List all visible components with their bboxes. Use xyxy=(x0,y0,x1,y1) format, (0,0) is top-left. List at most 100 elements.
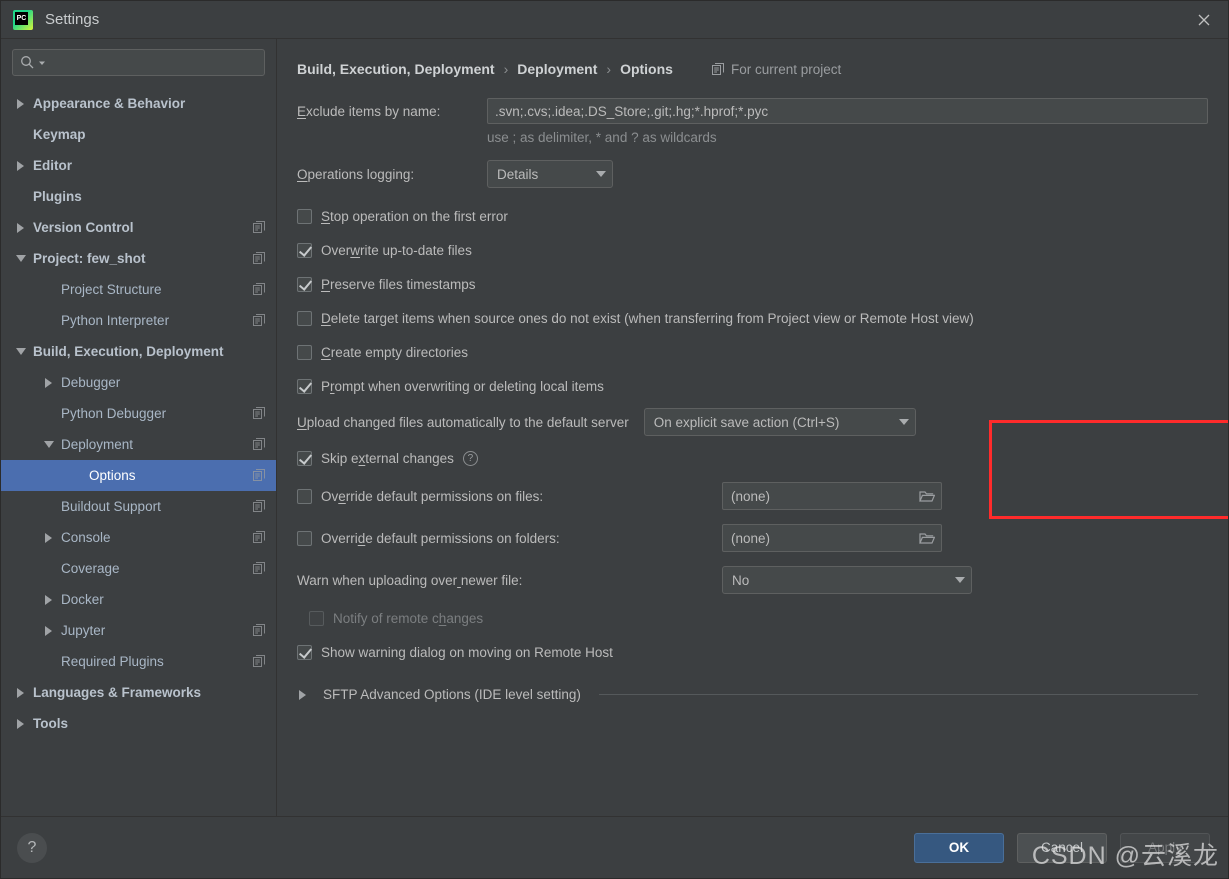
sidebar-item-version-control[interactable]: Version Control xyxy=(1,212,276,243)
title-bar: PC Settings xyxy=(1,1,1228,38)
chevron-right-icon[interactable] xyxy=(15,717,28,730)
deployment-option-label: Preserve files timestamps xyxy=(321,276,476,292)
breadcrumb-item-deployment[interactable]: Deployment xyxy=(517,61,597,77)
dialog-body: Appearance & Behavior Keymap Editor Plugins… xyxy=(1,38,1228,816)
chevron-right-icon[interactable] xyxy=(43,624,56,637)
operations-logging-select[interactable]: Details xyxy=(487,160,613,188)
sidebar-item-project-few-shot[interactable]: Project: few_shot xyxy=(1,243,276,274)
project-scope-icon xyxy=(711,62,724,75)
skip-external-changes-row[interactable]: Skip external changes ? xyxy=(297,441,1208,475)
expand-chevron-icon[interactable] xyxy=(297,688,310,701)
sidebar-item-languages-frameworks[interactable]: Languages & Frameworks xyxy=(1,677,276,708)
sidebar-item-tools[interactable]: Tools xyxy=(1,708,276,739)
help-circle-icon[interactable]: ? xyxy=(462,450,478,466)
chevron-down-icon[interactable] xyxy=(15,252,28,265)
chevron-right-icon[interactable] xyxy=(15,159,28,172)
sidebar-item-console[interactable]: Console xyxy=(1,522,276,553)
breadcrumb-item-build[interactable]: Build, Execution, Deployment xyxy=(297,61,495,77)
sidebar-item-label: Languages & Frameworks xyxy=(33,685,202,700)
deployment-option-checkbox[interactable] xyxy=(297,208,312,224)
exclude-items-hint: use ; as delimiter, * and ? as wildcards xyxy=(487,130,717,145)
search-box[interactable] xyxy=(12,49,265,76)
sidebar-item-label: Project Structure xyxy=(61,282,162,297)
skip-external-changes-checkbox[interactable] xyxy=(297,450,312,466)
sidebar-item-label: Jupyter xyxy=(61,623,106,638)
warn-newer-file-select[interactable]: No xyxy=(722,566,972,594)
permission-override-checkbox[interactable] xyxy=(297,488,312,504)
sidebar-item-build-execution-deployment[interactable]: Build, Execution, Deployment xyxy=(1,336,276,367)
scope-label: For current project xyxy=(730,61,842,77)
chevron-right-icon[interactable] xyxy=(43,531,56,544)
deployment-option-checkbox[interactable] xyxy=(297,344,312,360)
sidebar-item-label: Version Control xyxy=(33,220,134,235)
sidebar-item-editor[interactable]: Editor xyxy=(1,150,276,181)
sidebar-item-label: Console xyxy=(61,530,111,545)
chevron-right-icon[interactable] xyxy=(43,376,56,389)
project-scope-badge xyxy=(253,438,266,451)
close-glyph xyxy=(1198,14,1210,25)
project-scope-badge xyxy=(253,407,266,420)
sidebar-item-docker[interactable]: Docker xyxy=(1,584,276,615)
show-warning-dialog-row[interactable]: Show warning dialog on moving on Remote … xyxy=(297,635,1208,669)
sidebar-item-options[interactable]: Options xyxy=(1,460,276,491)
checkbox-row[interactable]: Stop operation on the first error xyxy=(297,199,1208,233)
deployment-option-checkbox[interactable] xyxy=(297,276,312,292)
chevron-right-icon[interactable] xyxy=(43,593,56,606)
permission-value-field[interactable]: (none) xyxy=(722,524,942,552)
folder-browse-icon[interactable] xyxy=(919,489,935,503)
deployment-option-checkbox[interactable] xyxy=(297,310,312,326)
chevron-right-icon[interactable] xyxy=(15,686,28,699)
project-scope-icon xyxy=(253,314,265,326)
permission-value: (none) xyxy=(731,488,771,504)
exclude-items-row: Exclude items by name: xyxy=(297,98,1208,124)
search-input[interactable] xyxy=(49,55,257,70)
sidebar-item-buildout-support[interactable]: Buildout Support xyxy=(1,491,276,522)
checkbox-row[interactable]: Prompt when overwriting or deleting loca… xyxy=(297,369,1208,403)
scope-indicator: For current project xyxy=(711,61,842,77)
project-scope-icon xyxy=(253,283,265,295)
deployment-option-checkbox[interactable] xyxy=(297,242,312,258)
sftp-advanced-options-section[interactable]: SFTP Advanced Options (IDE level setting… xyxy=(297,677,1208,711)
project-scope-badge xyxy=(253,624,266,637)
sidebar-item-appearance-behavior[interactable]: Appearance & Behavior xyxy=(1,88,276,119)
close-icon[interactable] xyxy=(1190,6,1218,34)
project-scope-badge xyxy=(253,469,266,482)
permission-override-toggle[interactable]: Override default permissions on files: xyxy=(297,488,722,504)
upload-changed-files-select[interactable]: On explicit save action (Ctrl+S) xyxy=(643,408,916,436)
ok-button[interactable]: OK xyxy=(914,832,1004,863)
help-button[interactable]: ? xyxy=(17,832,47,863)
show-warning-dialog-checkbox[interactable] xyxy=(297,644,312,660)
checkbox-row[interactable]: Create empty directories xyxy=(297,335,1208,369)
settings-sidebar: Appearance & Behavior Keymap Editor Plugins… xyxy=(1,39,277,816)
sidebar-item-deployment[interactable]: Deployment xyxy=(1,429,276,460)
deployment-option-label: Stop operation on the first error xyxy=(321,208,508,224)
sidebar-item-debugger[interactable]: Debugger xyxy=(1,367,276,398)
chevron-right-icon[interactable] xyxy=(15,221,28,234)
sidebar-item-label: Python Debugger xyxy=(61,406,167,421)
permission-value-field[interactable]: (none) xyxy=(722,482,942,510)
sidebar-item-jupyter[interactable]: Jupyter xyxy=(1,615,276,646)
exclude-items-input[interactable] xyxy=(487,98,1208,124)
pycharm-logo-icon: PC xyxy=(13,9,33,30)
cancel-button[interactable]: Cancel xyxy=(1017,832,1107,863)
sidebar-item-required-plugins[interactable]: Required Plugins xyxy=(1,646,276,677)
checkbox-row[interactable]: Preserve files timestamps xyxy=(297,267,1208,301)
sidebar-item-project-structure[interactable]: Project Structure xyxy=(1,274,276,305)
sidebar-item-coverage[interactable]: Coverage xyxy=(1,553,276,584)
project-scope-icon xyxy=(253,655,265,667)
checkbox-row[interactable]: Overwrite up-to-date files xyxy=(297,233,1208,267)
sidebar-item-python-debugger[interactable]: Python Debugger xyxy=(1,398,276,429)
checkbox-row[interactable]: Delete target items when source ones do … xyxy=(297,301,1208,335)
chevron-down-icon[interactable] xyxy=(15,345,28,358)
permission-override-checkbox[interactable] xyxy=(297,530,312,546)
folder-browse-icon[interactable] xyxy=(919,531,935,545)
sidebar-item-label: Keymap xyxy=(33,127,86,142)
permission-override-toggle[interactable]: Override default permissions on folders: xyxy=(297,530,722,546)
chevron-down-icon[interactable] xyxy=(43,438,56,451)
deployment-option-checkbox[interactable] xyxy=(297,378,312,394)
sidebar-item-plugins[interactable]: Plugins xyxy=(1,181,276,212)
sidebar-item-keymap[interactable]: Keymap xyxy=(1,119,276,150)
sidebar-item-python-interpreter[interactable]: Python Interpreter xyxy=(1,305,276,336)
chevron-right-icon[interactable] xyxy=(15,97,28,110)
